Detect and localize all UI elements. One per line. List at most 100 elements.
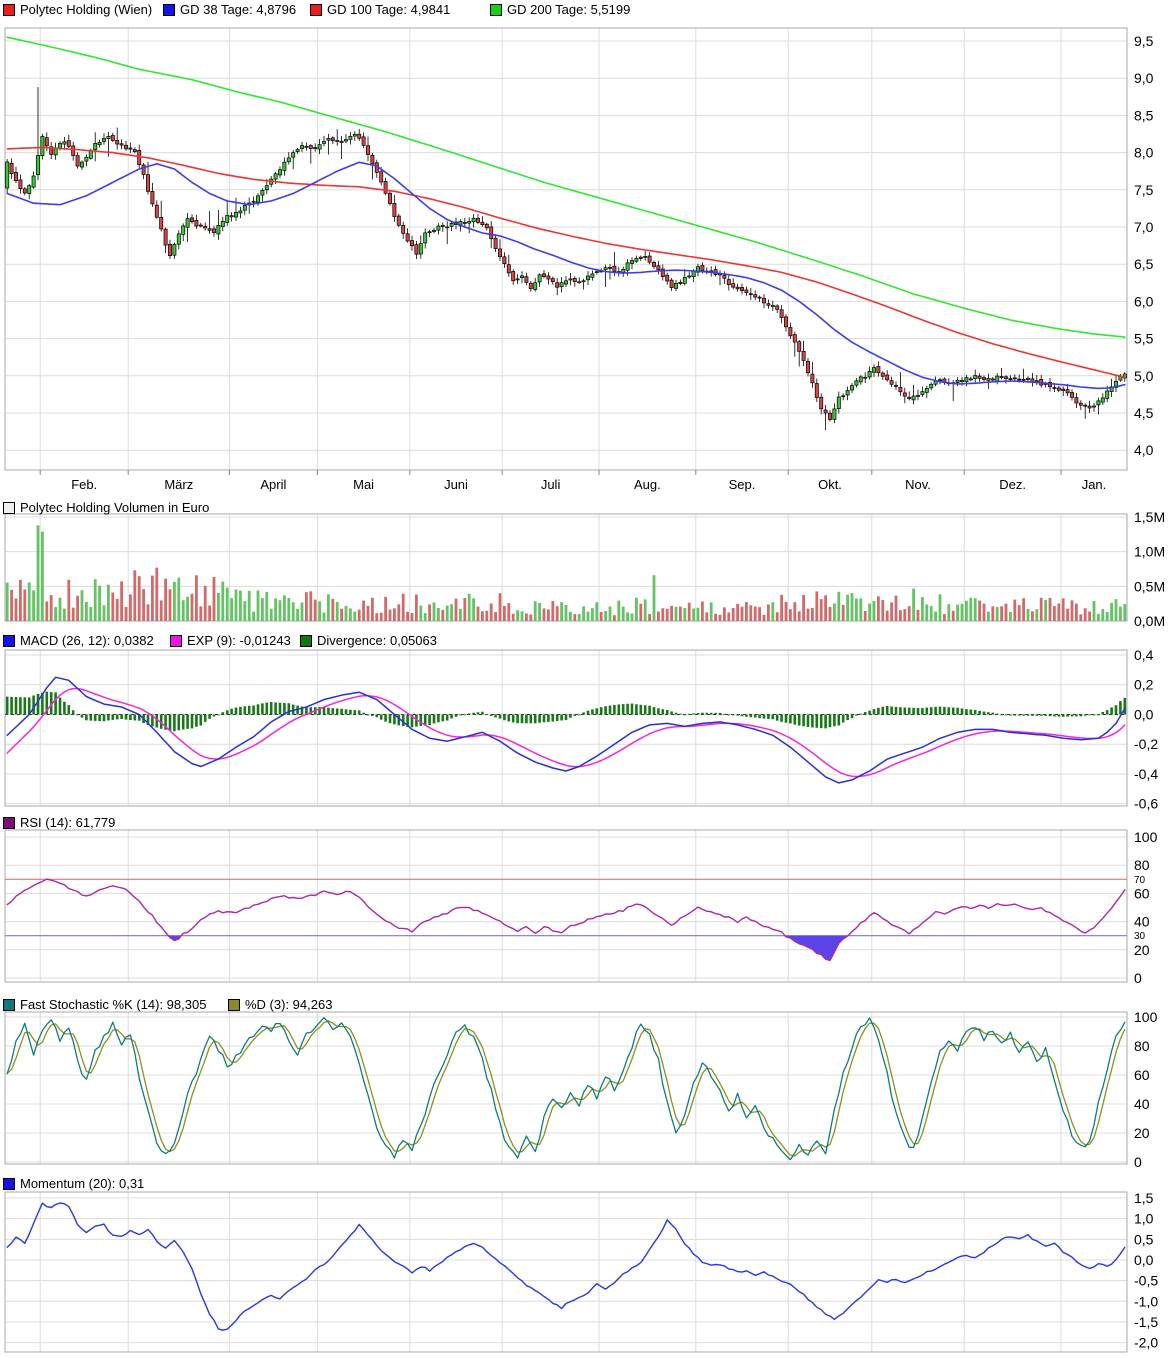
svg-text:0,0: 0,0 — [1134, 1252, 1154, 1268]
panel-rsi: 100 80 60 40 20 0 70 30 — [4, 829, 1158, 986]
svg-text:9,5: 9,5 — [1134, 33, 1154, 49]
svg-text:5,0: 5,0 — [1134, 368, 1154, 384]
svg-text:8,5: 8,5 — [1134, 107, 1154, 123]
svg-text:-0,4: -0,4 — [1134, 766, 1158, 782]
svg-text:Nov.: Nov. — [905, 477, 931, 492]
legend-macd-divergence: Divergence: 0,05063 — [300, 633, 437, 648]
legend-stochastic-k-label: Fast Stochastic %K (14): 98,305 — [20, 997, 207, 1012]
svg-text:0,2: 0,2 — [1134, 677, 1154, 693]
legend-macd-divergence-label: Divergence: 0,05063 — [317, 633, 437, 648]
rsi-color-swatch — [3, 816, 15, 829]
chart-canvas: 9,5 9,0 8,5 8,0 7,5 7,0 6,5 6,0 5,5 5,0 4,5 4,0 Feb.… — [4, 27, 1165, 1353]
svg-text:-0,5: -0,5 — [1134, 1273, 1158, 1289]
svg-text:0,5: 0,5 — [1134, 1231, 1154, 1247]
svg-text:1,0: 1,0 — [1134, 1211, 1154, 1227]
legend-momentum: Momentum (20): 0,31 — [3, 1176, 144, 1191]
svg-text:Feb.: Feb. — [71, 477, 97, 492]
svg-text:Dez.: Dez. — [999, 477, 1026, 492]
svg-text:9,0: 9,0 — [1134, 70, 1154, 86]
ma-line-gd200 — [6, 36, 1126, 338]
svg-text:40: 40 — [1134, 1096, 1150, 1112]
legend-gd38: GD 38 Tage: 4,8796 — [163, 2, 296, 17]
ma-line-gd38 — [6, 161, 1126, 390]
svg-text:-1,0: -1,0 — [1134, 1293, 1158, 1309]
svg-text:-2,0: -2,0 — [1134, 1335, 1158, 1351]
ma-line-gd100 — [6, 146, 1126, 379]
svg-text:-0,6: -0,6 — [1134, 796, 1158, 812]
svg-text:0,0M: 0,0M — [1134, 613, 1165, 629]
svg-text:Aug.: Aug. — [634, 477, 661, 492]
svg-text:0: 0 — [1134, 970, 1142, 986]
macd-divergence-color-swatch — [300, 634, 312, 647]
legend-macd-label: MACD (26, 12): 0,0382 — [20, 633, 154, 648]
svg-text:30: 30 — [1134, 931, 1146, 942]
svg-text:100: 100 — [1134, 1009, 1158, 1025]
panel-macd: 0,4 0,2 0,0 -0,2 -0,4 -0,6 — [4, 647, 1158, 812]
svg-text:0,0: 0,0 — [1134, 706, 1154, 722]
svg-text:60: 60 — [1134, 885, 1150, 901]
panel-momentum: 1,5 1,0 0,5 0,0 -0,5 -1,0 -1,5 -2,0 — [4, 1190, 1158, 1353]
svg-text:100: 100 — [1134, 829, 1158, 845]
svg-text:Sep.: Sep. — [729, 477, 756, 492]
legend-gd38-label: GD 38 Tage: 4,8796 — [180, 2, 297, 17]
svg-text:6,0: 6,0 — [1134, 293, 1154, 309]
macd-exp-color-swatch — [170, 634, 182, 647]
svg-text:März: März — [164, 477, 193, 492]
legend-gd200: GD 200 Tage: 5,5199 — [490, 2, 630, 17]
gd200-color-swatch — [490, 3, 502, 16]
series-color-swatch — [3, 3, 15, 16]
momentum-color-swatch — [3, 1177, 15, 1190]
svg-text:4,0: 4,0 — [1134, 442, 1154, 458]
stochastic-d-line — [6, 1020, 1126, 1157]
rsi-line — [6, 878, 1126, 962]
svg-text:4,5: 4,5 — [1134, 405, 1154, 421]
legend-gd100: GD 100 Tage: 4,9841 — [310, 2, 450, 17]
svg-text:7,5: 7,5 — [1134, 182, 1154, 198]
svg-text:Jan.: Jan. — [1082, 477, 1107, 492]
legend-price-series: Polytec Holding (Wien) — [3, 2, 152, 17]
svg-text:20: 20 — [1134, 942, 1150, 958]
svg-text:0,4: 0,4 — [1134, 647, 1154, 663]
gd38-color-swatch — [163, 3, 175, 16]
legend-stochastic-d-label: %D (3): 94,263 — [245, 997, 333, 1012]
volume-color-swatch — [3, 501, 15, 514]
svg-text:5,5: 5,5 — [1134, 331, 1154, 347]
svg-text:1,0M: 1,0M — [1134, 544, 1165, 560]
legend-volume-label: Polytec Holding Volumen in Euro — [20, 500, 210, 515]
svg-text:Juli: Juli — [541, 477, 561, 492]
svg-text:-1,5: -1,5 — [1134, 1314, 1158, 1330]
legend-macd-exp-label: EXP (9): -0,01243 — [187, 633, 291, 648]
legend-stochastic-k: Fast Stochastic %K (14): 98,305 — [3, 997, 206, 1012]
svg-text:Okt.: Okt. — [818, 477, 842, 492]
svg-text:70: 70 — [1134, 875, 1146, 886]
svg-text:80: 80 — [1134, 1038, 1150, 1054]
stochastic-k-color-swatch — [3, 998, 15, 1011]
svg-text:Mai: Mai — [353, 477, 374, 492]
svg-text:40: 40 — [1134, 914, 1150, 930]
legend-rsi-label: RSI (14): 61,779 — [20, 815, 116, 830]
stochastic-d-color-swatch — [228, 998, 240, 1011]
legend-stochastic-d: %D (3): 94,263 — [228, 997, 332, 1012]
svg-text:April: April — [260, 477, 286, 492]
svg-text:7,0: 7,0 — [1134, 219, 1154, 235]
legend-price-series-label: Polytec Holding (Wien) — [20, 2, 153, 17]
legend-macd: MACD (26, 12): 0,0382 — [3, 633, 154, 648]
legend-momentum-label: Momentum (20): 0,31 — [20, 1176, 145, 1191]
macd-color-swatch — [3, 634, 15, 647]
svg-text:6,5: 6,5 — [1134, 256, 1154, 272]
svg-text:0: 0 — [1134, 1154, 1142, 1170]
polytec-stock-chart-page: 9,5 9,0 8,5 8,0 7,5 7,0 6,5 6,0 5,5 5,0 4,5 4,0 Feb.… — [0, 0, 1175, 1358]
svg-text:Juni: Juni — [444, 477, 468, 492]
svg-text:1,5: 1,5 — [1134, 1190, 1154, 1206]
panel-volume: 1,5M 1,0M 0,5M 0,0M — [4, 509, 1165, 629]
svg-text:1,5M: 1,5M — [1134, 509, 1165, 525]
svg-text:0,5M: 0,5M — [1134, 578, 1165, 594]
svg-text:60: 60 — [1134, 1067, 1150, 1083]
svg-text:8,0: 8,0 — [1134, 145, 1154, 161]
legend-gd100-label: GD 100 Tage: 4,9841 — [327, 2, 451, 17]
legend-macd-exp: EXP (9): -0,01243 — [170, 633, 291, 648]
panel-price: 9,5 9,0 8,5 8,0 7,5 7,0 6,5 6,0 5,5 5,0 4,5 4,0 Feb.… — [4, 27, 1154, 492]
svg-text:-0,2: -0,2 — [1134, 736, 1158, 752]
legend-rsi: RSI (14): 61,779 — [3, 815, 115, 830]
stochastic-k-line — [6, 1017, 1126, 1161]
